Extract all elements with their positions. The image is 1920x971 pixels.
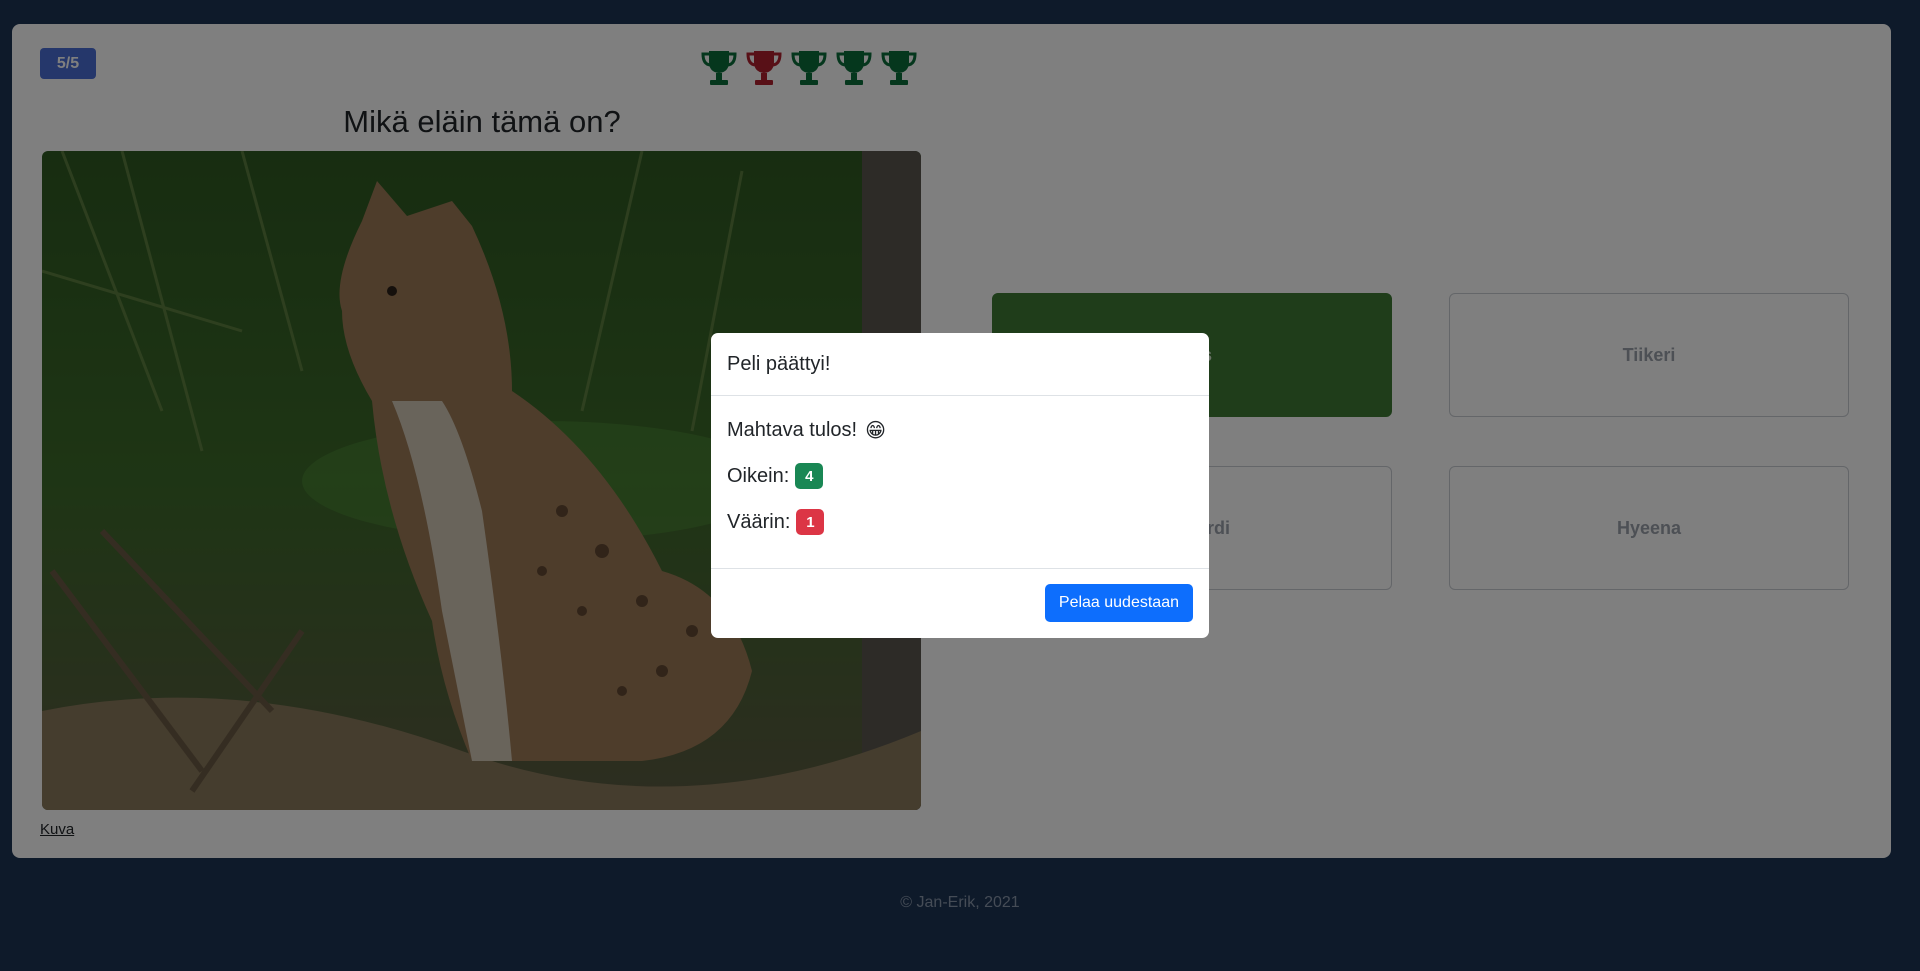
wrong-line: Väärin: 1 <box>727 509 1193 535</box>
modal-footer: Pelaa uudestaan <box>711 569 1209 637</box>
modal-body: Mahtava tulos! 😁 Oikein: 4 Väärin: 1 <box>711 396 1209 569</box>
result-line: Mahtava tulos! 😁 <box>727 418 1193 443</box>
correct-count-badge: 4 <box>795 463 824 489</box>
wrong-label: Väärin: <box>727 510 791 533</box>
game-over-modal: Peli päättyi! Mahtava tulos! 😁 Oikein: 4… <box>711 333 1209 638</box>
play-again-button[interactable]: Pelaa uudestaan <box>1044 584 1193 622</box>
correct-label: Oikein: <box>727 464 790 487</box>
wrong-count-badge: 1 <box>796 509 825 535</box>
modal-title: Peli päättyi! <box>711 333 1209 396</box>
correct-line: Oikein: 4 <box>727 463 1193 489</box>
result-text: Mahtava tulos! <box>727 419 858 441</box>
grin-emoji-icon: 😁 <box>865 420 886 442</box>
